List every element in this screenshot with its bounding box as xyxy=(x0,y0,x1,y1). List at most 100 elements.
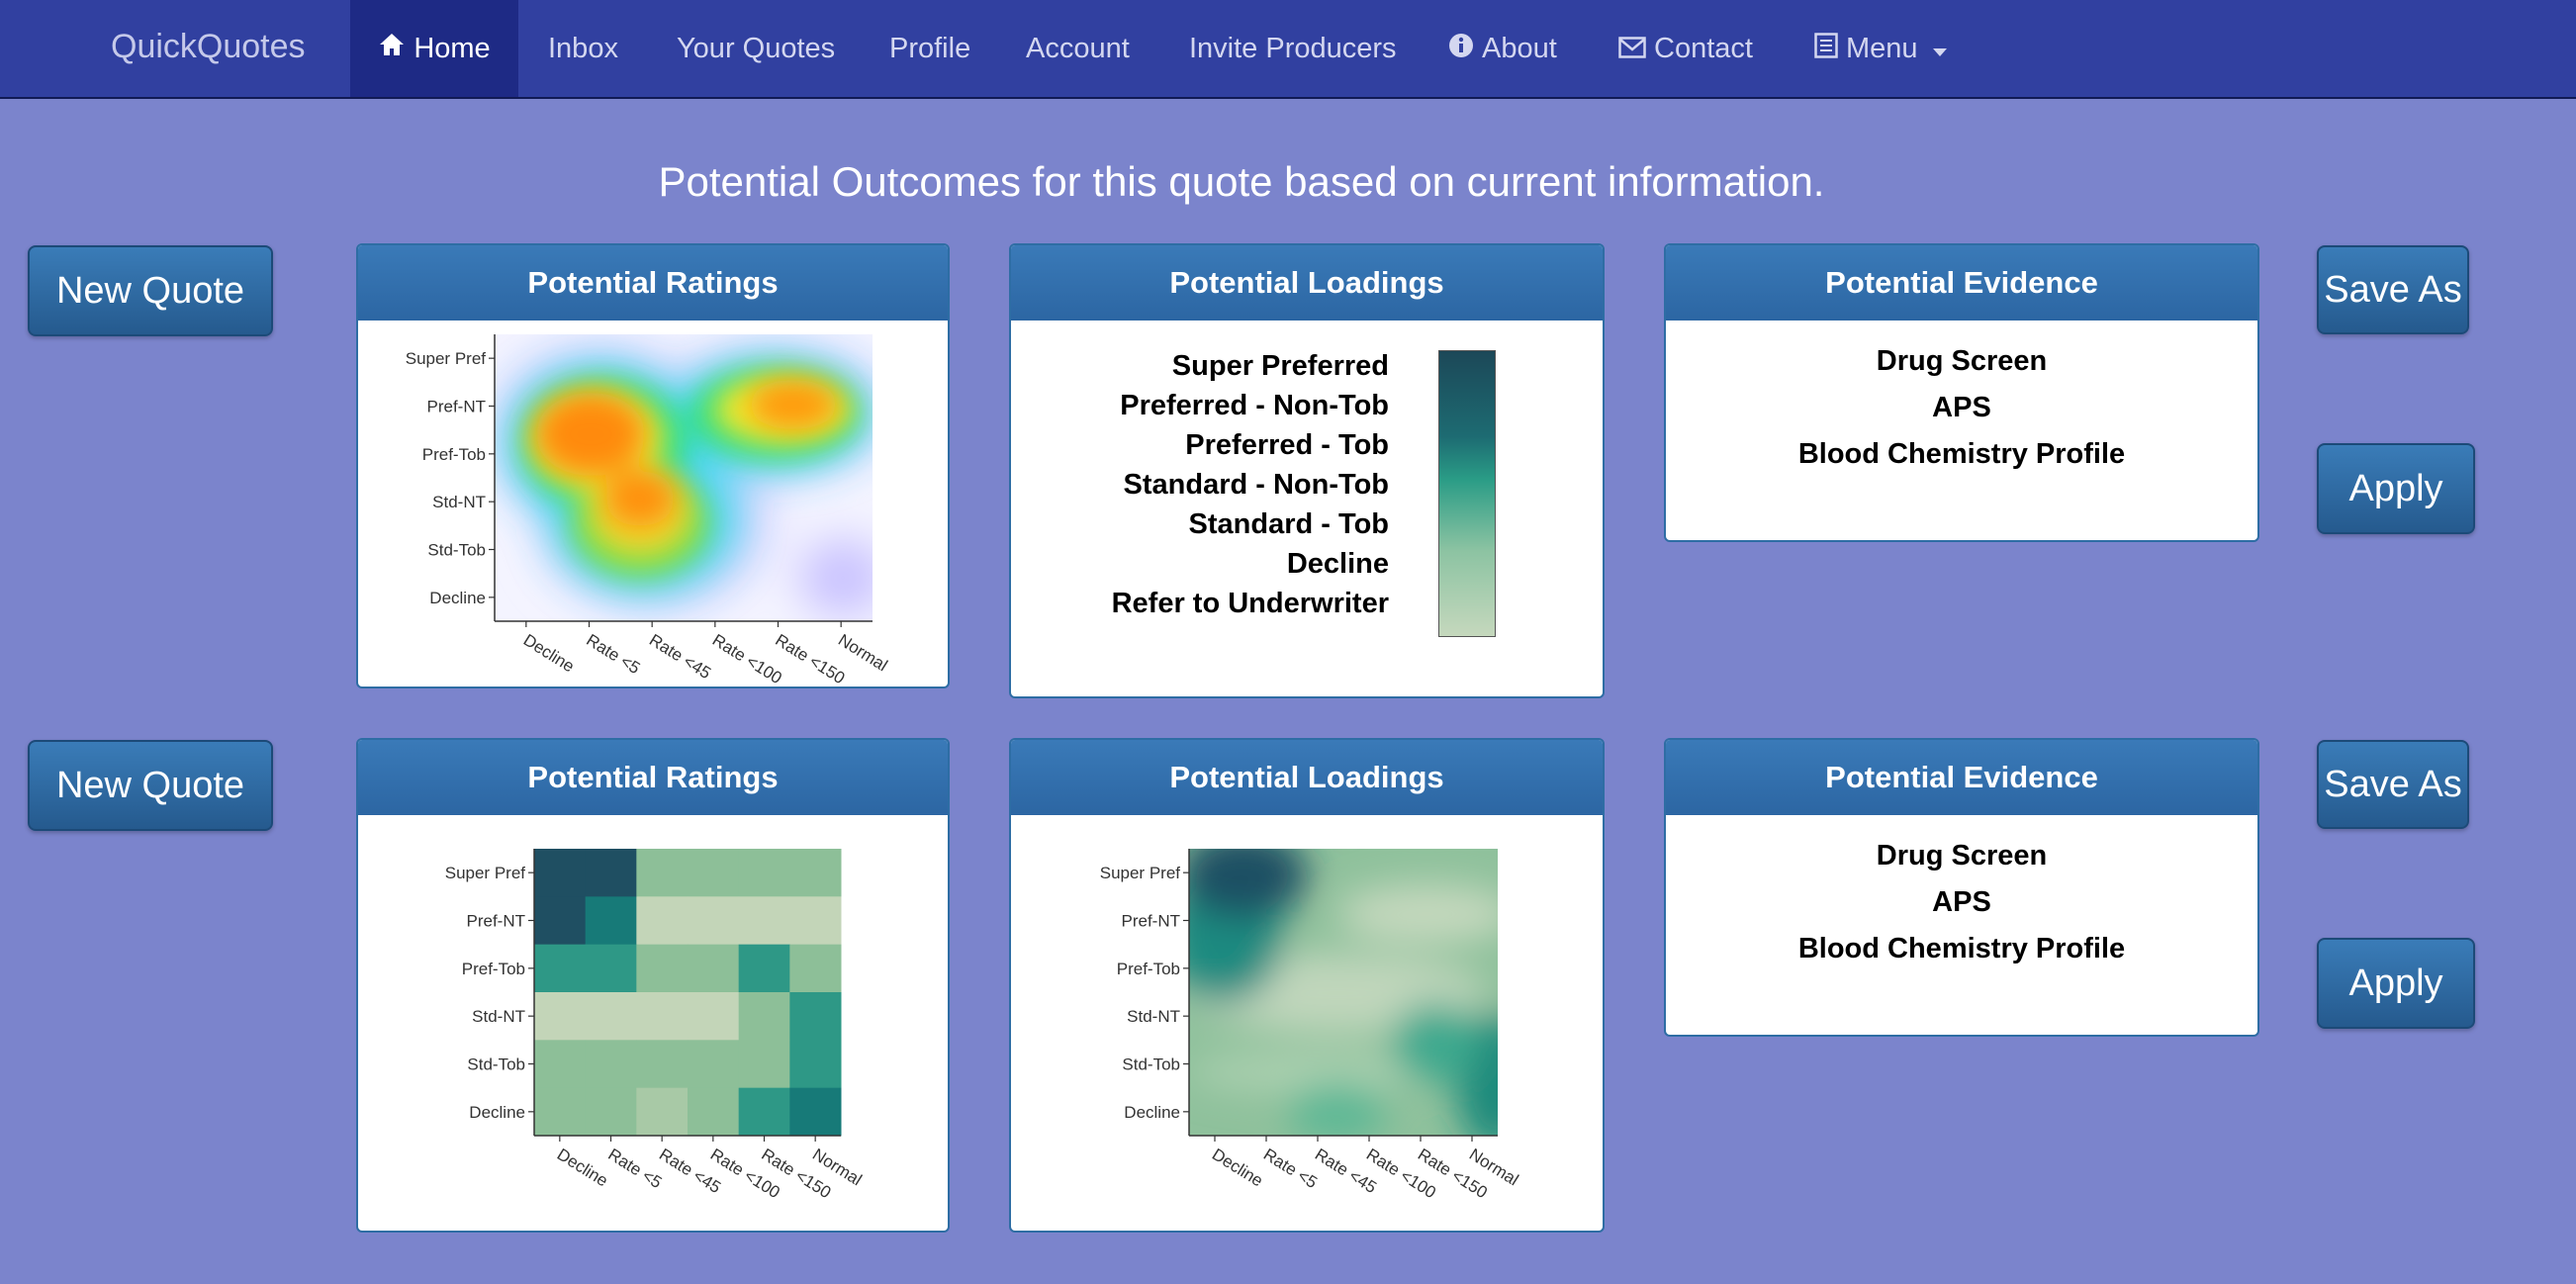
nav-menu-label: Menu xyxy=(1846,33,1918,64)
x-tick-label: Rate <5 xyxy=(583,630,643,678)
caret-down-icon xyxy=(1926,33,1948,64)
x-tick-label: Rate <100 xyxy=(709,630,785,687)
nav-your-quotes[interactable]: Your Quotes xyxy=(677,0,835,97)
apply-button[interactable]: Apply xyxy=(2317,443,2475,534)
heatmap-cell xyxy=(585,1087,637,1137)
new-quote-button[interactable]: New Quote xyxy=(28,245,273,336)
heatmap-cell xyxy=(636,896,689,946)
y-tick-label: Decline xyxy=(469,1103,525,1122)
heatmap-cell xyxy=(688,944,740,993)
loadings-legend-labels: Super Preferred Preferred - Non-Tob Pref… xyxy=(1112,346,1389,623)
panel-title: Potential Evidence xyxy=(1666,740,2257,815)
evidence-item: Drug Screen xyxy=(1876,840,2048,871)
heatmap-cell xyxy=(738,944,790,993)
heatmap-cell xyxy=(585,896,637,946)
heatmap-cell xyxy=(534,896,587,946)
panel-title: Potential Loadings xyxy=(1011,740,1603,815)
evidence-list: Drug Screen APS Blood Chemistry Profile xyxy=(1666,321,2257,478)
x-tick-label: Rate <150 xyxy=(772,630,848,687)
y-tick-label: Std-Tob xyxy=(467,1055,525,1074)
page-heading: Potential Outcomes for this quote based … xyxy=(658,158,1825,205)
nav-about[interactable]: About xyxy=(1448,0,1557,97)
heatmap-cell xyxy=(738,849,790,897)
heatmap-cell xyxy=(738,992,790,1041)
colorbar xyxy=(1438,350,1496,637)
evidence-item: Drug Screen xyxy=(1876,345,2048,377)
heatmap-cell xyxy=(738,1087,790,1137)
heatmap-cell xyxy=(738,896,790,946)
evidence-panel: Potential Evidence Drug Screen APS Blood… xyxy=(1664,243,2259,542)
loadings-legend: Super Preferred Preferred - Non-Tob Pref… xyxy=(1011,321,1603,696)
list-icon xyxy=(1814,1,1838,98)
evidence-item: APS xyxy=(1932,392,1991,423)
heatmap-cell xyxy=(738,1040,790,1089)
panel-title: Potential Ratings xyxy=(358,245,948,321)
heatmap-cell xyxy=(636,1087,689,1137)
heatmap-cell xyxy=(585,944,637,993)
heatmap-cell xyxy=(585,849,637,897)
heatmap-cell xyxy=(534,849,587,897)
heatmap-cell xyxy=(534,992,587,1041)
heatmap-cell xyxy=(636,849,689,897)
y-tick-label: Std-Tob xyxy=(1122,1055,1180,1074)
legend-label: Decline xyxy=(1286,548,1389,580)
heatmap-cell xyxy=(585,1040,637,1089)
heatmap-cell xyxy=(585,992,637,1041)
heatmap-cell xyxy=(789,896,842,946)
heatmap-cell xyxy=(789,1040,842,1089)
heatmap-cell xyxy=(688,896,740,946)
nav-account[interactable]: Account xyxy=(1026,0,1130,97)
nav-menu-dropdown[interactable]: Menu xyxy=(1814,0,1948,97)
envelope-icon xyxy=(1618,1,1646,98)
ratings-density-chart: Super Pref Pref-NT Pref-Tob Std-NT Std-Tob De… xyxy=(358,321,948,687)
brand-logo[interactable]: QuickQuotes xyxy=(111,28,306,66)
x-tick-label: Rate <5 xyxy=(604,1145,665,1192)
legend-label: Preferred - Non-Tob xyxy=(1120,390,1389,421)
nav-profile[interactable]: Profile xyxy=(889,0,970,97)
nav-contact[interactable]: Contact xyxy=(1618,0,1753,97)
panel-title: Potential Evidence xyxy=(1666,245,2257,321)
loadings-smooth-chart: Super Pref Pref-NT Pref-Tob Std-NT Std-Tob De… xyxy=(1011,815,1603,1231)
top-navbar: QuickQuotes Home Inbox Your Quotes Profi… xyxy=(0,0,2576,99)
heatmap-cell xyxy=(534,944,587,993)
x-tick-label: Rate <45 xyxy=(646,630,714,683)
y-tick-label: Decline xyxy=(1124,1103,1180,1122)
apply-button[interactable]: Apply xyxy=(2317,938,2475,1029)
loadings-smooth-svg: Super Pref Pref-NT Pref-Tob Std-NT Std-Tob De… xyxy=(1100,849,1521,1202)
nav-contact-label: Contact xyxy=(1654,33,1753,64)
y-tick-label: Std-NT xyxy=(472,1007,525,1026)
legend-label: Super Preferred xyxy=(1171,350,1389,382)
ratings-grid-chart: Super Pref Pref-NT Pref-Tob Std-NT Std-Tob De… xyxy=(358,815,948,1231)
heatmap-cell xyxy=(688,1087,740,1137)
save-as-button[interactable]: Save As xyxy=(2317,740,2469,829)
nav-home[interactable]: Home xyxy=(350,0,518,97)
heatmap-cell xyxy=(789,849,842,897)
y-tick-label: Super Pref xyxy=(445,864,526,882)
ratings-density-svg: Super Pref Pref-NT Pref-Tob Std-NT Std-Tob De… xyxy=(406,334,891,687)
evidence-item: Blood Chemistry Profile xyxy=(1797,438,2126,470)
y-tick-label: Pref-Tob xyxy=(462,960,525,978)
x-tick-label: Decline xyxy=(554,1145,611,1190)
heatmap-cell xyxy=(688,1040,740,1089)
evidence-item: Blood Chemistry Profile xyxy=(1797,933,2126,964)
heatmap-cell xyxy=(636,944,689,993)
panel-title: Potential Ratings xyxy=(358,740,948,815)
info-icon xyxy=(1448,1,1474,98)
save-as-button[interactable]: Save As xyxy=(2317,245,2469,334)
heatmap-cell xyxy=(688,992,740,1041)
heatmap-cell xyxy=(688,849,740,897)
heatmap-cell xyxy=(534,1087,587,1137)
y-tick-label: Pref-NT xyxy=(1122,912,1181,931)
nav-invite-producers[interactable]: Invite Producers xyxy=(1189,0,1397,97)
ratings-panel: Potential Ratings Super Pref Pref-NT Pre… xyxy=(356,243,950,688)
x-tick-label: Rate <5 xyxy=(1260,1145,1321,1192)
new-quote-button[interactable]: New Quote xyxy=(28,740,273,831)
heatmap-cell xyxy=(789,992,842,1041)
nav-inbox[interactable]: Inbox xyxy=(548,0,618,97)
y-tick-label: Std-Tob xyxy=(427,541,486,560)
y-tick-label: Super Pref xyxy=(406,349,487,368)
nav-home-label: Home xyxy=(414,33,491,64)
nav-about-label: About xyxy=(1482,33,1557,64)
legend-label: Preferred - Tob xyxy=(1185,429,1389,461)
panel-title: Potential Loadings xyxy=(1011,245,1603,321)
